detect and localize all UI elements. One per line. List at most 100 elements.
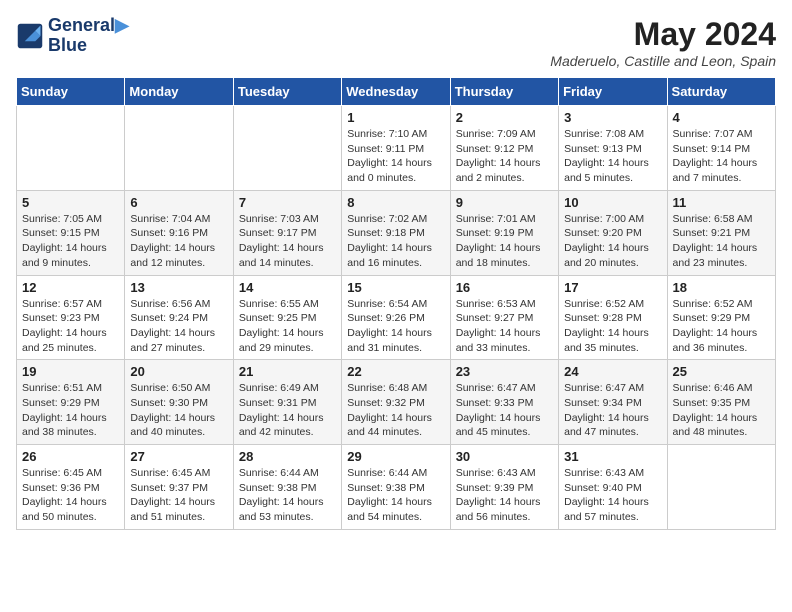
calendar-cell: 31Sunrise: 6:43 AMSunset: 9:40 PMDayligh… (559, 445, 667, 530)
day-info: Sunrise: 7:03 AMSunset: 9:17 PMDaylight:… (239, 212, 336, 271)
calendar-cell: 2 Sunrise: 7:09 AMSunset: 9:12 PMDaylight… (450, 106, 558, 191)
calendar-body: 1Sunrise: 7:10 AMSunset: 9:11 PMDaylight… (17, 106, 776, 530)
day-info: Sunrise: 7:05 AMSunset: 9:15 PMDaylight:… (22, 212, 119, 271)
day-info: Sunrise: 6:44 AMSunset: 9:38 PMDaylight:… (239, 466, 336, 525)
day-number: 21 (239, 364, 336, 379)
calendar-cell: 23 Sunrise: 6:47 AMSunset: 9:33 PMDayligh… (450, 360, 558, 445)
calendar-cell: 20 Sunrise: 6:50 AMSunset: 9:30 PMDayligh… (125, 360, 233, 445)
day-info: Sunrise: 6:43 AMSunset: 9:39 PMDaylight:… (456, 466, 553, 525)
week-row-4: 19 Sunrise: 6:51 AMSunset: 9:29 PMDayligh… (17, 360, 776, 445)
week-row-5: 26Sunrise: 6:45 AMSunset: 9:36 PMDayligh… (17, 445, 776, 530)
day-number: 27 (130, 449, 227, 464)
calendar-cell: 7 Sunrise: 7:03 AMSunset: 9:17 PMDaylight… (233, 190, 341, 275)
day-number: 24 (564, 364, 661, 379)
day-number: 8 (347, 195, 444, 210)
calendar-cell (17, 106, 125, 191)
day-number: 6 (130, 195, 227, 210)
day-number: 7 (239, 195, 336, 210)
day-info: Sunrise: 6:51 AMSunset: 9:29 PMDaylight:… (22, 381, 119, 440)
day-info: Sunrise: 6:50 AMSunset: 9:30 PMDaylight:… (130, 381, 227, 440)
week-row-1: 1Sunrise: 7:10 AMSunset: 9:11 PMDaylight… (17, 106, 776, 191)
day-info: Sunrise: 6:46 AMSunset: 9:35 PMDaylight:… (673, 381, 770, 440)
calendar-cell: 28 Sunrise: 6:44 AMSunset: 9:38 PMDayligh… (233, 445, 341, 530)
day-number: 9 (456, 195, 553, 210)
day-number: 29 (347, 449, 444, 464)
day-info: Sunrise: 6:55 AMSunset: 9:25 PMDaylight:… (239, 297, 336, 356)
day-info: Sunrise: 6:52 AMSunset: 9:28 PMDaylight:… (564, 297, 661, 356)
day-number: 10 (564, 195, 661, 210)
calendar-cell: 30 Sunrise: 6:43 AMSunset: 9:39 PMDayligh… (450, 445, 558, 530)
day-info: Sunrise: 6:53 AMSunset: 9:27 PMDaylight:… (456, 297, 553, 356)
day-info: Sunrise: 7:02 AMSunset: 9:18 PMDaylight:… (347, 212, 444, 271)
location: Maderuelo, Castille and Leon, Spain (550, 53, 776, 69)
day-number: 15 (347, 280, 444, 295)
day-number: 20 (130, 364, 227, 379)
day-info: Sunrise: 6:48 AMSunset: 9:32 PMDaylight:… (347, 381, 444, 440)
calendar-cell: 24 Sunrise: 6:47 AMSunset: 9:34 PMDayligh… (559, 360, 667, 445)
weekday-header-wednesday: Wednesday (342, 78, 450, 106)
calendar-cell: 12 Sunrise: 6:57 AMSunset: 9:23 PMDayligh… (17, 275, 125, 360)
day-number: 13 (130, 280, 227, 295)
logo: General▶ Blue (16, 16, 129, 56)
day-info: Sunrise: 7:01 AMSunset: 9:19 PMDaylight:… (456, 212, 553, 271)
day-info: Sunrise: 6:57 AMSunset: 9:23 PMDaylight:… (22, 297, 119, 356)
weekday-header-saturday: Saturday (667, 78, 775, 106)
day-info: Sunrise: 6:54 AMSunset: 9:26 PMDaylight:… (347, 297, 444, 356)
calendar-cell: 4Sunrise: 7:07 AMSunset: 9:14 PMDaylight… (667, 106, 775, 191)
logo-text: General▶ Blue (48, 16, 129, 56)
calendar-cell: 25Sunrise: 6:46 AMSunset: 9:35 PMDayligh… (667, 360, 775, 445)
calendar-cell: 18Sunrise: 6:52 AMSunset: 9:29 PMDayligh… (667, 275, 775, 360)
day-info: Sunrise: 6:43 AMSunset: 9:40 PMDaylight:… (564, 466, 661, 525)
calendar-cell: 5Sunrise: 7:05 AMSunset: 9:15 PMDaylight… (17, 190, 125, 275)
calendar-cell: 9 Sunrise: 7:01 AMSunset: 9:19 PMDaylight… (450, 190, 558, 275)
day-info: Sunrise: 6:49 AMSunset: 9:31 PMDaylight:… (239, 381, 336, 440)
calendar-cell: 10Sunrise: 7:00 AMSunset: 9:20 PMDayligh… (559, 190, 667, 275)
day-info: Sunrise: 6:47 AMSunset: 9:33 PMDaylight:… (456, 381, 553, 440)
day-info: Sunrise: 7:08 AMSunset: 9:13 PMDaylight:… (564, 127, 661, 186)
day-info: Sunrise: 7:04 AMSunset: 9:16 PMDaylight:… (130, 212, 227, 271)
day-number: 16 (456, 280, 553, 295)
calendar-cell: 16 Sunrise: 6:53 AMSunset: 9:27 PMDayligh… (450, 275, 558, 360)
weekday-header-sunday: Sunday (17, 78, 125, 106)
day-number: 4 (673, 110, 770, 125)
day-number: 19 (22, 364, 119, 379)
calendar-cell: 6 Sunrise: 7:04 AMSunset: 9:16 PMDaylight… (125, 190, 233, 275)
week-row-3: 12 Sunrise: 6:57 AMSunset: 9:23 PMDayligh… (17, 275, 776, 360)
day-info: Sunrise: 6:45 AMSunset: 9:37 PMDaylight:… (130, 466, 227, 525)
day-info: Sunrise: 6:58 AMSunset: 9:21 PMDaylight:… (673, 212, 770, 271)
calendar-cell: 11 Sunrise: 6:58 AMSunset: 9:21 PMDayligh… (667, 190, 775, 275)
calendar-cell: 8 Sunrise: 7:02 AMSunset: 9:18 PMDaylight… (342, 190, 450, 275)
calendar-cell: 17Sunrise: 6:52 AMSunset: 9:28 PMDayligh… (559, 275, 667, 360)
day-number: 11 (673, 195, 770, 210)
weekday-header-tuesday: Tuesday (233, 78, 341, 106)
calendar-cell: 26Sunrise: 6:45 AMSunset: 9:36 PMDayligh… (17, 445, 125, 530)
calendar-cell (125, 106, 233, 191)
calendar: SundayMondayTuesdayWednesdayThursdayFrid… (16, 77, 776, 530)
weekday-header-row: SundayMondayTuesdayWednesdayThursdayFrid… (17, 78, 776, 106)
calendar-cell (233, 106, 341, 191)
day-info: Sunrise: 6:47 AMSunset: 9:34 PMDaylight:… (564, 381, 661, 440)
title-area: May 2024 Maderuelo, Castille and Leon, S… (550, 16, 776, 69)
calendar-cell: 14Sunrise: 6:55 AMSunset: 9:25 PMDayligh… (233, 275, 341, 360)
week-row-2: 5Sunrise: 7:05 AMSunset: 9:15 PMDaylight… (17, 190, 776, 275)
day-number: 12 (22, 280, 119, 295)
weekday-header-thursday: Thursday (450, 78, 558, 106)
day-info: Sunrise: 7:09 AMSunset: 9:12 PMDaylight:… (456, 127, 553, 186)
calendar-cell: 29Sunrise: 6:44 AMSunset: 9:38 PMDayligh… (342, 445, 450, 530)
calendar-cell: 21 Sunrise: 6:49 AMSunset: 9:31 PMDayligh… (233, 360, 341, 445)
month-year: May 2024 (550, 16, 776, 53)
day-number: 23 (456, 364, 553, 379)
calendar-cell: 22 Sunrise: 6:48 AMSunset: 9:32 PMDayligh… (342, 360, 450, 445)
day-number: 1 (347, 110, 444, 125)
day-number: 28 (239, 449, 336, 464)
day-number: 22 (347, 364, 444, 379)
calendar-cell: 19 Sunrise: 6:51 AMSunset: 9:29 PMDayligh… (17, 360, 125, 445)
day-number: 30 (456, 449, 553, 464)
logo-icon (16, 22, 44, 50)
calendar-cell: 13 Sunrise: 6:56 AMSunset: 9:24 PMDayligh… (125, 275, 233, 360)
day-number: 2 (456, 110, 553, 125)
calendar-cell (667, 445, 775, 530)
day-info: Sunrise: 6:56 AMSunset: 9:24 PMDaylight:… (130, 297, 227, 356)
weekday-header-monday: Monday (125, 78, 233, 106)
calendar-cell: 1Sunrise: 7:10 AMSunset: 9:11 PMDaylight… (342, 106, 450, 191)
